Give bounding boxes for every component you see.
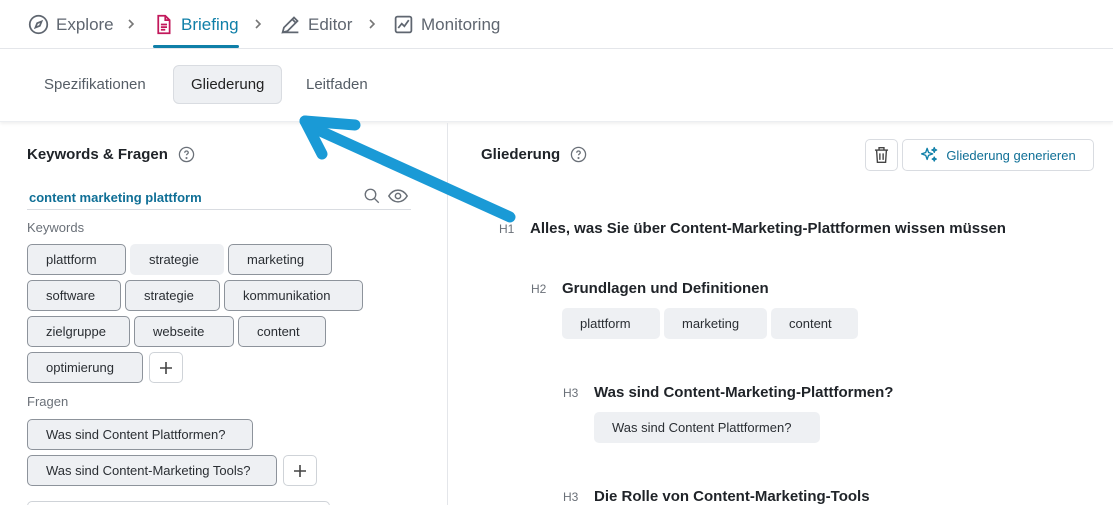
keyword-chip[interactable]: strategie [125, 280, 220, 311]
outline-panel: Gliederung Gliederung generieren H1 Alle… [449, 123, 1113, 505]
keywords-panel-title-text: Keywords & Fragen [27, 146, 168, 163]
help-icon[interactable] [570, 146, 587, 163]
heading-tag[interactable]: content [771, 308, 858, 339]
keyword-chip[interactable]: webseite [134, 316, 234, 347]
keyword-chip[interactable]: strategie [130, 244, 224, 275]
top-navigation: Explore Briefing Editor Monitoring [0, 0, 1113, 49]
question-row: Was sind Content Plattformen? [27, 419, 253, 450]
plus-icon [294, 464, 306, 477]
plus-icon [160, 361, 172, 374]
tab-gliederung[interactable]: Gliederung [173, 65, 283, 104]
keywords-panel: Keywords & Fragen Keywords plattform str… [0, 123, 448, 505]
trash-icon [874, 146, 889, 164]
keyword-chip[interactable]: software [27, 280, 121, 311]
outline-heading[interactable]: H3 Was sind Content-Marketing-Plattforme… [563, 384, 893, 401]
delete-outline-button[interactable] [865, 139, 898, 171]
add-keyword-button[interactable] [149, 352, 183, 383]
heading-level: H2 [531, 281, 547, 296]
keyword-chip[interactable]: content [238, 316, 326, 347]
active-tab-underline [153, 45, 239, 48]
compass-icon [28, 14, 49, 35]
search-icon[interactable] [363, 187, 381, 205]
chevron-right-icon [369, 19, 376, 29]
keyword-chip[interactable]: kommunikation [224, 280, 363, 311]
heading-tag[interactable]: plattform [562, 308, 660, 339]
questions-label: Fragen [27, 394, 69, 409]
keyword-row: optimierung [27, 352, 183, 383]
keywords-label: Keywords [27, 220, 85, 235]
pencil-icon [281, 16, 299, 34]
sub-tabs: Spezifikationen Gliederung Leitfaden [0, 49, 1113, 122]
keyword-search [27, 183, 411, 210]
question-row: Was sind Content-Marketing Tools? [27, 455, 317, 486]
nav-editor[interactable]: Editor [280, 0, 352, 49]
nav-monitoring[interactable]: Monitoring [393, 0, 500, 49]
outline-panel-title-text: Gliederung [481, 146, 561, 163]
heading-text: Alles, was Sie über Content-Marketing-Pl… [530, 220, 1006, 237]
document-icon [157, 14, 171, 35]
chart-icon [394, 15, 413, 34]
outline-panel-title: Gliederung [481, 146, 587, 163]
heading-tags: plattform marketing content [562, 308, 858, 339]
keyword-chip[interactable]: plattform [27, 244, 126, 275]
question-chip[interactable]: Was sind Content-Marketing Tools? [27, 455, 277, 486]
keyword-chip[interactable]: zielgruppe [27, 316, 130, 347]
nav-explore-label: Explore [56, 14, 114, 34]
nav-briefing-label: Briefing [181, 14, 239, 34]
tab-spezifikationen[interactable]: Spezifikationen [27, 65, 163, 104]
nav-monitoring-label: Monitoring [421, 14, 501, 34]
keyword-row: software strategie kommunikation [27, 280, 363, 311]
cutoff-field[interactable] [27, 501, 330, 505]
generate-outline-button[interactable]: Gliederung generieren [902, 139, 1094, 171]
outline-heading[interactable]: H3 Die Rolle von Content-Marketing-Tools [563, 488, 870, 505]
tab-leitfaden[interactable]: Leitfaden [289, 65, 385, 104]
keyword-chip[interactable]: marketing [228, 244, 332, 275]
keyword-chip[interactable]: optimierung [27, 352, 143, 383]
heading-level: H3 [563, 489, 579, 504]
nav-editor-label: Editor [308, 14, 353, 34]
chevron-right-icon [255, 19, 262, 29]
help-icon[interactable] [178, 146, 195, 163]
search-input[interactable] [29, 187, 349, 207]
heading-tags: Was sind Content Plattformen? [594, 412, 820, 443]
sparkle-icon [921, 146, 938, 162]
nav-briefing[interactable]: Briefing [153, 0, 239, 49]
heading-text: Grundlagen und Definitionen [562, 280, 769, 297]
heading-text: Was sind Content-Marketing-Plattformen? [594, 384, 894, 401]
chevron-right-icon [128, 19, 135, 29]
keyword-row: plattform strategie marketing [27, 244, 332, 275]
question-chip[interactable]: Was sind Content Plattformen? [27, 419, 253, 450]
heading-level: H3 [563, 385, 579, 400]
generate-outline-label: Gliederung generieren [946, 147, 1076, 163]
keyword-row: zielgruppe webseite content [27, 316, 326, 347]
keywords-panel-title: Keywords & Fragen [27, 146, 195, 163]
eye-icon[interactable] [388, 188, 408, 204]
heading-level: H1 [499, 221, 515, 236]
outline-heading[interactable]: H1 Alles, was Sie über Content-Marketing… [499, 220, 1006, 237]
heading-text: Die Rolle von Content-Marketing-Tools [594, 488, 870, 505]
heading-tag[interactable]: marketing [664, 308, 767, 339]
nav-explore[interactable]: Explore [28, 0, 114, 49]
add-question-button[interactable] [283, 455, 317, 486]
outline-heading[interactable]: H2 Grundlagen und Definitionen [531, 280, 769, 297]
heading-tag[interactable]: Was sind Content Plattformen? [594, 412, 820, 443]
